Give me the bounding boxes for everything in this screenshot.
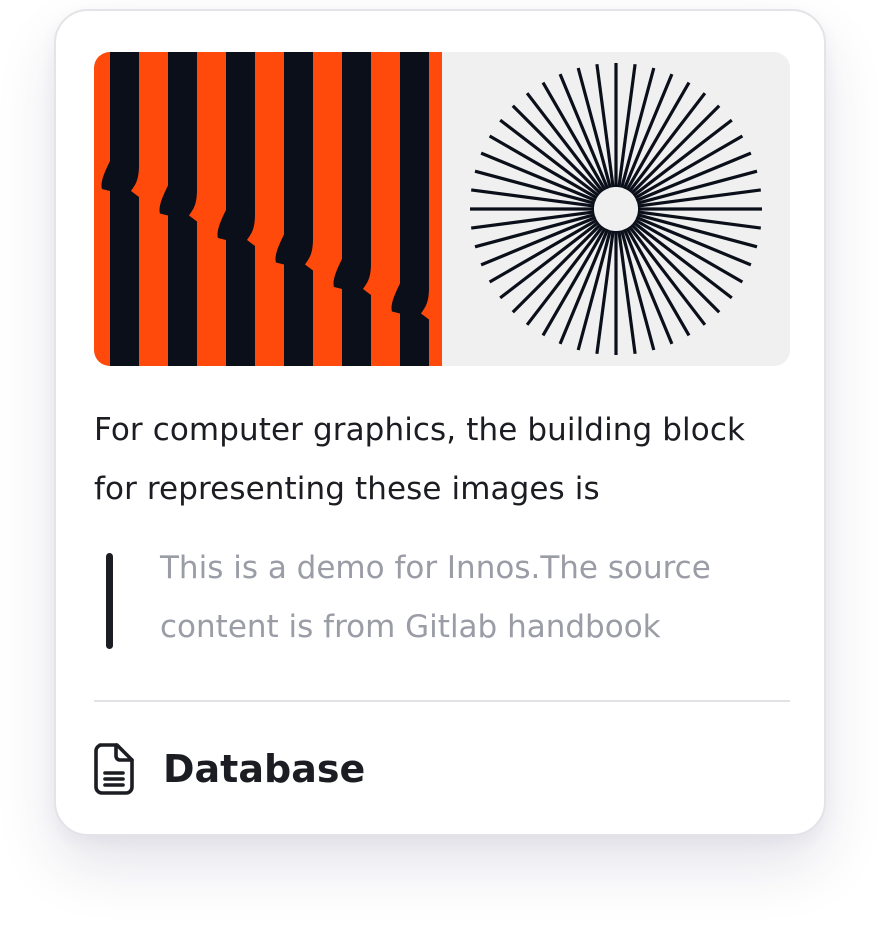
divider bbox=[94, 700, 790, 702]
card-footer[interactable]: Database bbox=[94, 741, 365, 797]
quote-text: This is a demo for Innos.The source cont… bbox=[160, 550, 711, 645]
card-cover-image bbox=[94, 52, 790, 366]
document-icon bbox=[94, 743, 134, 795]
quote-bar bbox=[106, 553, 113, 649]
stripe-pattern-graphic bbox=[94, 52, 442, 366]
footer-label: Database bbox=[163, 747, 366, 791]
card-quote: This is a demo for Innos.The source cont… bbox=[94, 539, 794, 657]
card-description: For computer graphics, the building bloc… bbox=[94, 412, 746, 507]
database-card[interactable]: For computer graphics, the building bloc… bbox=[54, 9, 826, 836]
sunburst-graphic bbox=[470, 63, 762, 355]
